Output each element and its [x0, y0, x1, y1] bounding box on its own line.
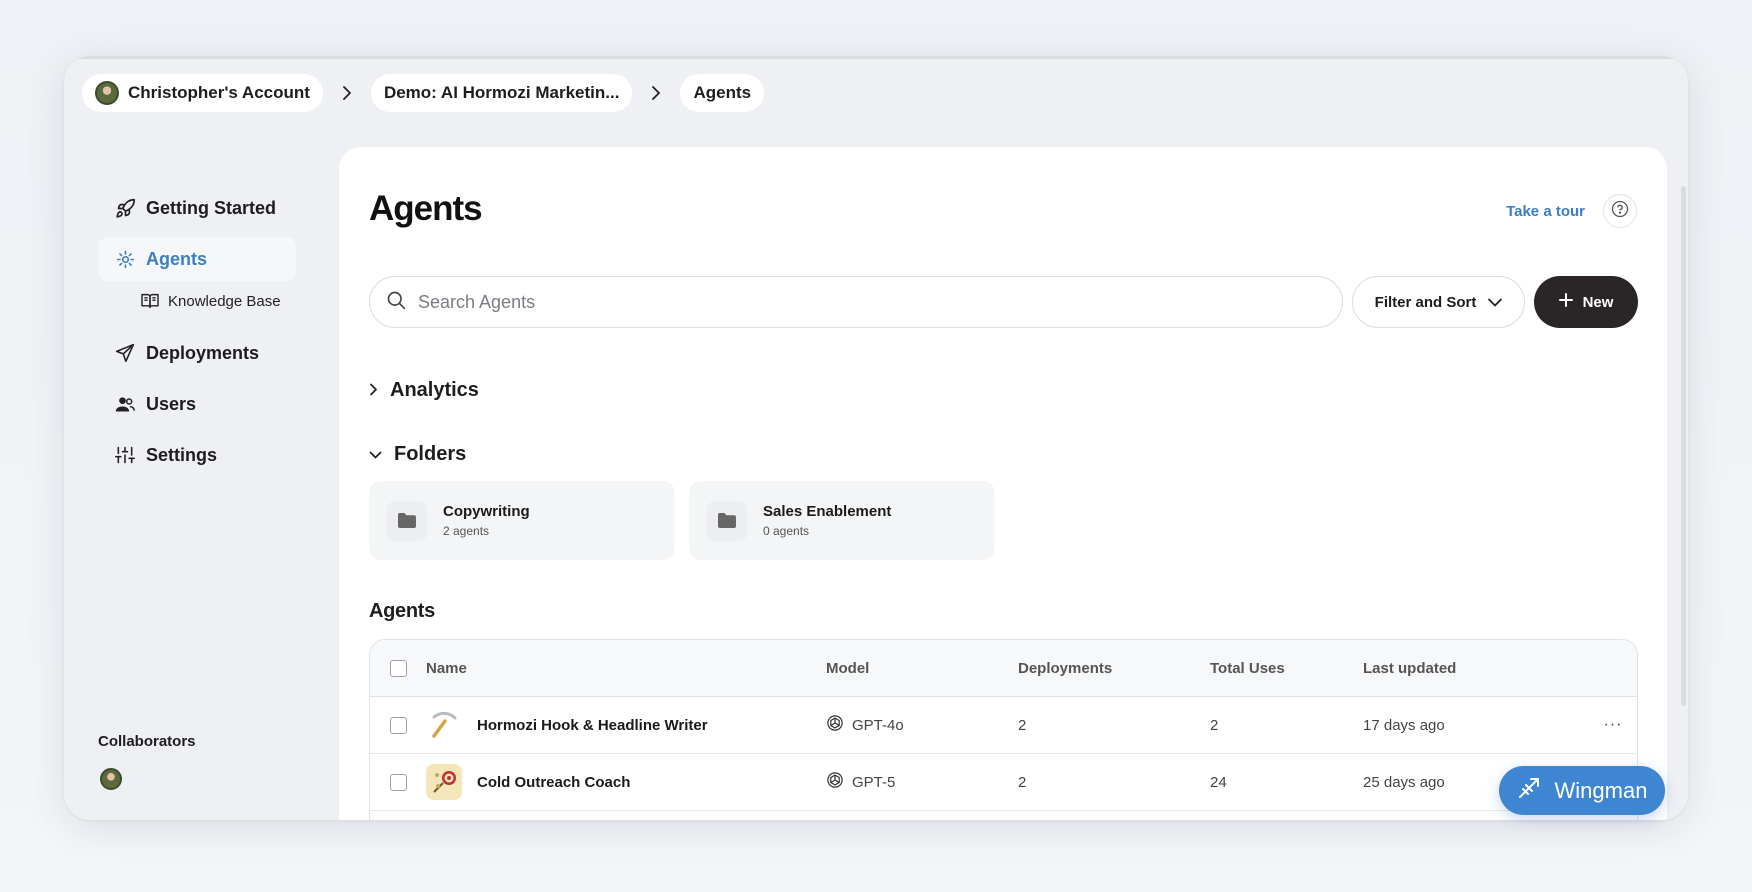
folder-copywriting[interactable]: Copywriting 2 agents	[369, 481, 675, 560]
wingman-icon	[1517, 776, 1541, 806]
agents-section-heading: Agents	[369, 600, 435, 622]
chevron-down-icon	[369, 443, 382, 466]
sliders-icon	[114, 444, 136, 466]
folder-icon	[387, 500, 427, 541]
chevron-right-icon	[323, 86, 371, 100]
agent-total-uses: 2	[1210, 716, 1219, 734]
question-circle-icon	[1611, 200, 1629, 223]
filter-and-sort-label: Filter and Sort	[1374, 293, 1477, 311]
folders-list: Copywriting 2 agents Sales Enablement 0 …	[369, 481, 995, 560]
breadcrumb-project-label: Demo: AI Hormozi Marketin...	[383, 83, 620, 102]
sidebar-item-label: Deployments	[146, 342, 260, 363]
agent-model: GPT-4o	[852, 716, 904, 734]
new-agent-label: New	[1582, 293, 1614, 311]
pickaxe-icon	[426, 707, 462, 743]
plus-icon	[1558, 293, 1573, 311]
take-a-tour-link[interactable]: Take a tour	[1506, 203, 1585, 220]
table-row[interactable]: Hormozi Hook & Headline Writer GPT-4o 2 …	[370, 697, 1637, 754]
wingman-label: Wingman	[1554, 777, 1648, 803]
select-all-checkbox[interactable]	[389, 659, 407, 677]
chevron-down-icon	[1488, 294, 1503, 311]
scrollbar[interactable]	[1681, 186, 1686, 706]
sidebar-item-users[interactable]: Users	[98, 382, 296, 426]
send-icon	[114, 342, 136, 364]
row-checkbox[interactable]	[389, 716, 407, 734]
folder-count: 0 agents	[763, 524, 810, 538]
agent-total-uses: 24	[1210, 773, 1227, 791]
sidebar-item-knowledge-base[interactable]: Knowledge Base	[98, 284, 296, 318]
search-icon	[386, 290, 406, 315]
collaborator-avatar[interactable]	[100, 768, 122, 795]
window-top-line	[78, 56, 1674, 59]
table-row[interactable]: Cold Outreach Coach GPT-5 2 24 25 days a…	[370, 754, 1637, 811]
chevron-right-icon	[632, 86, 680, 100]
agent-name: Cold Outreach Coach	[477, 773, 631, 791]
sidebar-item-agents[interactable]: Agents	[98, 237, 296, 281]
wingman-button[interactable]: Wingman	[1499, 766, 1665, 815]
search-bar	[369, 276, 1343, 328]
search-input[interactable]	[418, 291, 1298, 313]
agent-deployments: 2	[1018, 773, 1027, 791]
openai-icon	[826, 771, 844, 793]
folder-sales-enablement[interactable]: Sales Enablement 0 agents	[689, 481, 995, 560]
analytics-label: Analytics	[390, 379, 479, 401]
openai-icon	[826, 714, 844, 736]
sidebar-item-label: Agents	[146, 248, 208, 269]
book-icon	[140, 293, 160, 309]
table-header: Name Model Deployments Total Uses Last u…	[370, 640, 1637, 697]
column-header-name[interactable]: Name	[426, 660, 826, 677]
analytics-toggle[interactable]: Analytics	[369, 379, 479, 402]
main-panel: Agents Take a tour Filter and Sort New	[339, 147, 1667, 820]
more-options-icon[interactable]: ···	[1593, 716, 1633, 734]
sidebar: Getting Started Agents Knowledge Base De…	[98, 186, 296, 484]
sidebar-item-deployments[interactable]: Deployments	[98, 331, 296, 375]
page-title: Agents	[369, 189, 483, 228]
agents-table: Name Model Deployments Total Uses Last u…	[369, 639, 1638, 820]
chevron-right-icon	[369, 379, 378, 402]
sidebar-item-label: Knowledge Base	[168, 292, 281, 310]
breadcrumb-current[interactable]: Agents	[680, 74, 765, 112]
row-checkbox[interactable]	[389, 773, 407, 791]
folder-name: Sales Enablement	[763, 503, 892, 520]
filter-and-sort-button[interactable]: Filter and Sort	[1352, 276, 1525, 328]
column-header-total-uses[interactable]: Total Uses	[1210, 660, 1363, 677]
breadcrumb-current-label: Agents	[693, 83, 752, 102]
rocket-icon	[114, 197, 136, 219]
app-window: Christopher's Account Demo: AI Hormozi M…	[64, 56, 1688, 820]
users-icon	[114, 393, 136, 415]
sidebar-item-getting-started[interactable]: Getting Started	[98, 186, 296, 230]
breadcrumb: Christopher's Account Demo: AI Hormozi M…	[82, 74, 765, 112]
new-agent-button[interactable]: New	[1534, 276, 1638, 328]
agents-icon	[114, 248, 136, 270]
target-icon	[426, 764, 462, 800]
folder-icon	[707, 500, 747, 541]
breadcrumb-account[interactable]: Christopher's Account	[82, 74, 323, 112]
agent-name: Hormozi Hook & Headline Writer	[477, 716, 708, 734]
agent-last-updated: 17 days ago	[1363, 716, 1445, 734]
folder-count: 2 agents	[443, 524, 490, 538]
sidebar-item-label: Getting Started	[146, 197, 277, 218]
agent-deployments: 2	[1018, 716, 1027, 734]
collaborators-label: Collaborators	[98, 733, 196, 750]
sidebar-item-label: Users	[146, 393, 197, 414]
sidebar-item-settings[interactable]: Settings	[98, 433, 296, 477]
column-header-deployments[interactable]: Deployments	[1018, 660, 1210, 677]
account-avatar	[95, 81, 119, 105]
folders-label: Folders	[394, 443, 467, 465]
avatar	[100, 768, 122, 790]
column-header-last-updated[interactable]: Last updated	[1363, 660, 1593, 677]
column-header-model[interactable]: Model	[826, 660, 1018, 677]
breadcrumb-account-label: Christopher's Account	[128, 83, 310, 102]
agent-model: GPT-5	[852, 773, 896, 791]
breadcrumb-project[interactable]: Demo: AI Hormozi Marketin...	[370, 74, 633, 112]
help-button[interactable]	[1603, 194, 1637, 228]
sidebar-item-label: Settings	[146, 444, 218, 465]
folder-name: Copywriting	[443, 503, 530, 520]
folders-toggle[interactable]: Folders	[369, 443, 466, 466]
